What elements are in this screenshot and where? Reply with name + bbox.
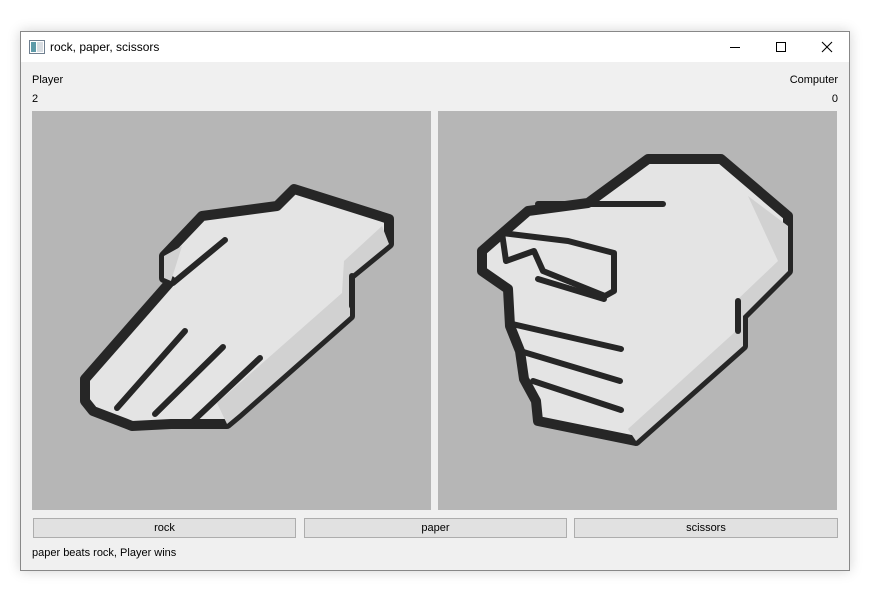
computer-label: Computer [789, 74, 838, 86]
close-icon [821, 41, 833, 53]
computer-choice-panel [438, 111, 837, 510]
rock-button[interactable]: rock [33, 518, 296, 538]
maximize-button[interactable] [758, 32, 804, 62]
paper-hand-icon [80, 184, 394, 431]
minimize-button[interactable] [712, 32, 758, 62]
minimize-icon [730, 47, 740, 48]
maximize-icon [776, 42, 786, 52]
window-title: rock, paper, scissors [50, 40, 160, 54]
status-text: paper beats rock, Player wins [32, 547, 177, 559]
app-window-icon [29, 40, 45, 54]
player-score: 2 [32, 93, 39, 105]
computer-score: 0 [831, 93, 838, 105]
close-button[interactable] [804, 32, 850, 62]
player-choice-panel [32, 111, 431, 510]
title-bar[interactable]: rock, paper, scissors [21, 32, 849, 62]
paper-button[interactable]: paper [304, 518, 567, 538]
rock-fist-icon [477, 154, 793, 446]
scissors-button[interactable]: scissors [574, 518, 838, 538]
app-window: rock, paper, scissors Player Computer 2 … [20, 31, 850, 571]
player-label: Player [32, 74, 64, 86]
